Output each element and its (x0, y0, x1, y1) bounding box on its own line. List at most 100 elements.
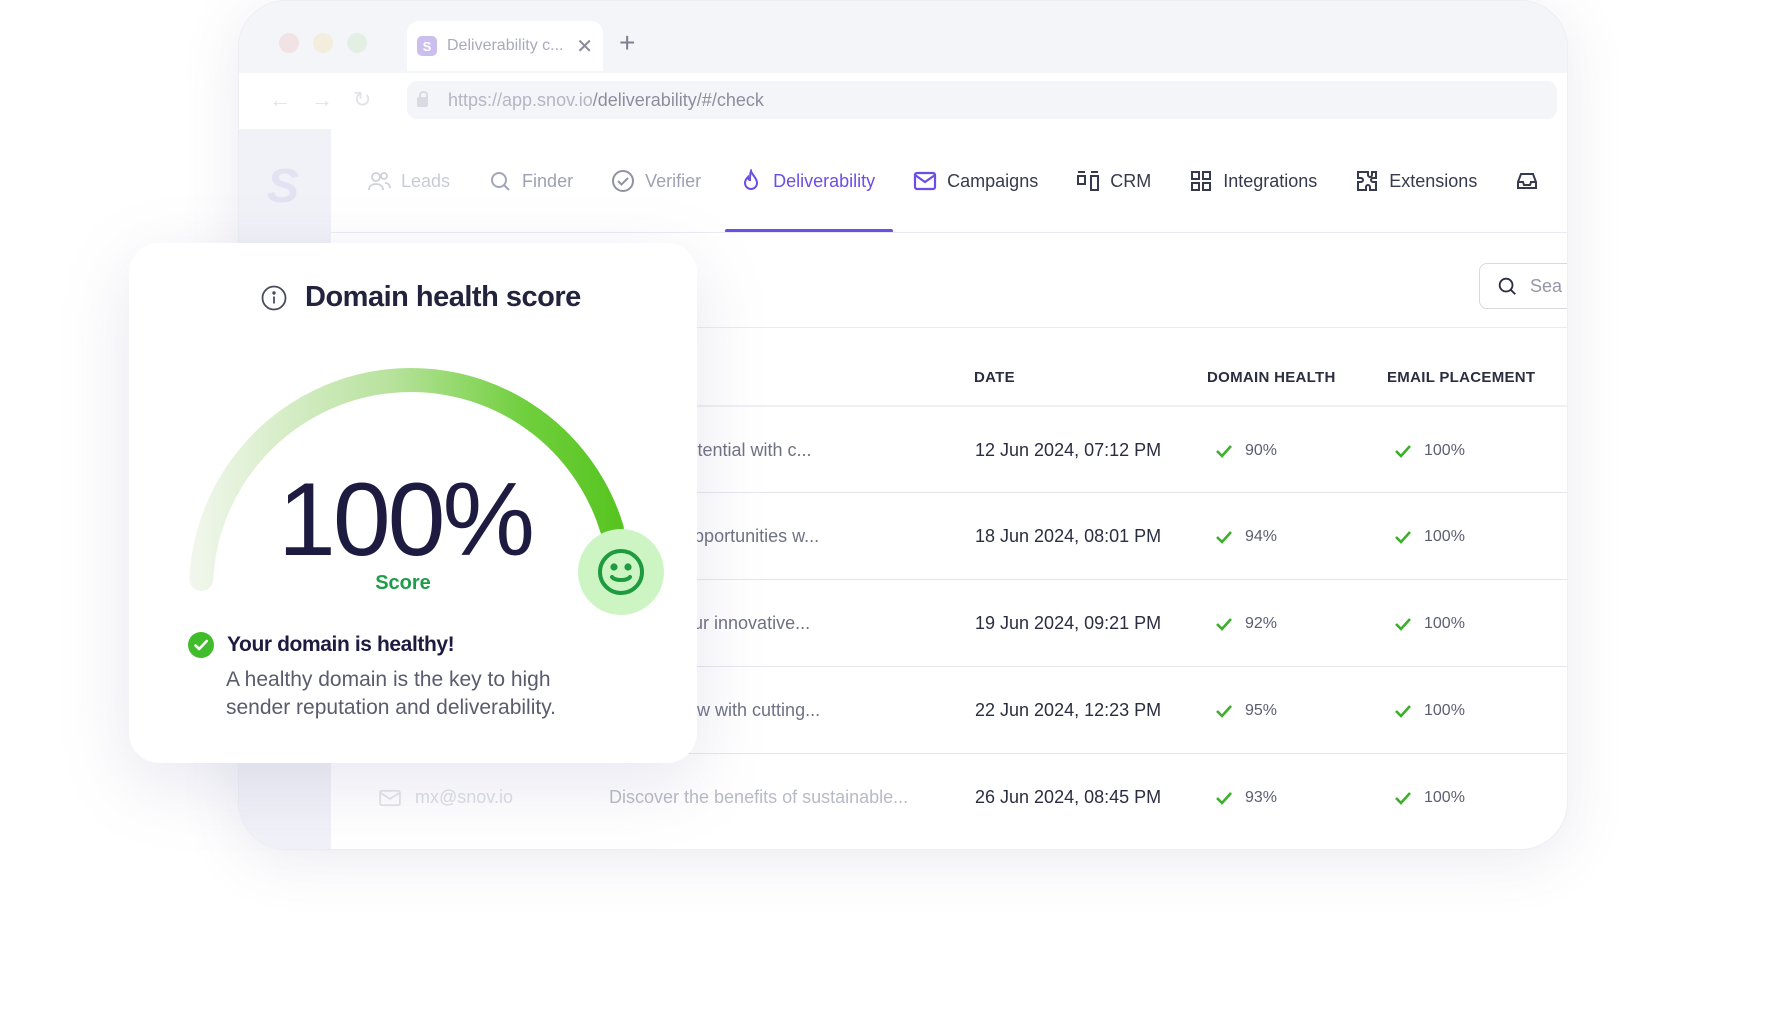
domain-health-cell: 93% (1215, 754, 1277, 841)
nav-item-crm[interactable]: CRM (1076, 129, 1151, 233)
check-circle-icon (188, 632, 214, 658)
domain-health-cell: 92% (1215, 580, 1277, 667)
new-tab-button[interactable]: + (619, 27, 635, 59)
health-status: Your domain is healthy! (187, 631, 455, 659)
checkmark-icon (1216, 704, 1232, 718)
grid-icon (1191, 171, 1212, 191)
window-controls (279, 33, 367, 53)
nav-label: Integrations (1223, 170, 1318, 191)
close-icon[interactable]: ✕ (576, 34, 593, 59)
email-placement-value: 100% (1424, 527, 1465, 545)
forward-arrow-icon[interactable]: → (311, 87, 333, 113)
checkmark-icon (1216, 444, 1232, 458)
search-icon (491, 172, 510, 191)
app-logo[interactable]: S (267, 159, 299, 214)
minimize-window-button[interactable] (313, 33, 333, 53)
email-placement-cell: 100% (1394, 407, 1465, 494)
email-placement-value: 100% (1424, 441, 1465, 459)
search-placeholder: Sea (1530, 275, 1563, 296)
domain-health-cell: 94% (1215, 493, 1277, 580)
browser-tab[interactable]: S Deliverability c... ✕ (407, 21, 603, 71)
email-date: 19 Jun 2024, 09:21 PM (975, 613, 1162, 633)
nav-item-leads[interactable]: Leads (367, 129, 450, 233)
column-header-date[interactable]: DATE (974, 369, 1015, 386)
table-row[interactable]: ROI with our innovative... 19 Jun 2024, … (599, 579, 1567, 667)
snov-favicon-icon: S (417, 36, 437, 56)
nav-label: Verifier (645, 170, 702, 191)
sender-cell: mx@snov.io (379, 787, 513, 808)
email-placement-value: 100% (1424, 788, 1465, 806)
nav-label: Deliverability (773, 170, 876, 191)
people-icon (368, 172, 391, 191)
nav-item-inbox[interactable] (1515, 129, 1539, 233)
domain-health-value: 90% (1245, 441, 1278, 459)
nav-item-campaigns[interactable]: Campaigns (913, 129, 1038, 233)
mail-icon (379, 789, 401, 806)
domain-health-cell: 95% (1215, 667, 1277, 754)
email-placement-value: 100% (1424, 701, 1465, 719)
table-row[interactable]: our workflow with cutting... 22 Jun 2024… (599, 666, 1567, 754)
checkmark-icon (1395, 530, 1411, 544)
nav-item-deliverability[interactable]: Deliverability (725, 129, 894, 233)
email-subject: Discover the benefits of sustainable... (609, 787, 909, 807)
mail-icon (914, 171, 937, 191)
status-title: Your domain is healthy! (227, 633, 455, 656)
checkmark-icon (1216, 791, 1232, 805)
nav-item-finder[interactable]: Finder (488, 129, 573, 233)
email-date: 12 Jun 2024, 07:12 PM (975, 440, 1162, 460)
checkmark-icon (1395, 704, 1411, 718)
email-date: 18 Jun 2024, 08:01 PM (975, 526, 1162, 546)
nav-item-verifier[interactable]: Verifier (611, 129, 701, 233)
checkmark-icon (1395, 617, 1411, 631)
lock-icon (417, 91, 428, 107)
domain-health-cell: 90% (1215, 407, 1277, 494)
nav-item-integrations[interactable]: Integrations (1189, 129, 1317, 233)
search-input[interactable]: Sea (1479, 263, 1567, 309)
crm-icon (1077, 171, 1100, 191)
column-header-domain-health[interactable]: DOMAIN HEALTH (1207, 369, 1336, 386)
table-row[interactable]: r team's potential with c... 12 Jun 2024… (599, 405, 1567, 494)
status-description: A healthy domain is the key to high send… (226, 668, 556, 719)
nav-label: CRM (1110, 170, 1152, 191)
nav-item-extensions[interactable]: Extensions (1355, 129, 1477, 233)
email-placement-value: 100% (1424, 614, 1465, 632)
nav-label: Campaigns (947, 170, 1039, 191)
back-arrow-icon[interactable]: ← (269, 87, 291, 113)
domain-health-value: 93% (1245, 788, 1278, 806)
inbox-icon (1517, 173, 1538, 189)
email-placement-cell: 100% (1394, 667, 1465, 754)
table-row[interactable]: rtnership opportunities w... 18 Jun 2024… (599, 492, 1567, 580)
maximize-window-button[interactable] (347, 33, 367, 53)
close-window-button[interactable] (279, 33, 299, 53)
url-field[interactable]: https://app.snov.io/deliverability/#/che… (407, 81, 1557, 119)
reload-icon[interactable]: ↻ (353, 87, 371, 113)
url-host: https://app.snov.io (448, 89, 593, 110)
checkmark-icon (1395, 791, 1411, 805)
tab-title: Deliverability c... (447, 37, 564, 54)
email-placement-cell: 100% (1394, 754, 1465, 841)
domain-health-value: 94% (1245, 527, 1278, 545)
nav-label: Extensions (1389, 170, 1478, 191)
checkmark-icon (1216, 530, 1232, 544)
url-path: /deliverability/#/check (592, 89, 764, 110)
email-placement-cell: 100% (1394, 580, 1465, 667)
domain-health-card: Domain health score 100% Score Your doma… (129, 243, 697, 763)
column-header-email-placement[interactable]: EMAIL PLACEMENT (1387, 369, 1535, 386)
search-icon (1498, 277, 1516, 295)
nav-label: Leads (401, 170, 451, 191)
smiley-icon (578, 529, 664, 615)
nav-divider (331, 232, 1567, 233)
email-date: 22 Jun 2024, 12:23 PM (975, 700, 1162, 720)
checkmark-icon (1395, 444, 1411, 458)
domain-health-value: 92% (1245, 614, 1278, 632)
email-placement-cell: 100% (1394, 493, 1465, 580)
checkmark-icon (1216, 617, 1232, 631)
email-date: 26 Jun 2024, 08:45 PM (975, 787, 1162, 807)
main-nav: Leads Finder Verifier Deliverability Cam… (367, 129, 1567, 233)
check-circle-icon (612, 170, 635, 192)
nav-label: Finder (522, 170, 574, 191)
table-row[interactable]: Discover the benefits of sustainable... … (599, 753, 1567, 841)
sender-email: mx@snov.io (415, 787, 513, 807)
puzzle-icon (1357, 171, 1378, 191)
domain-health-value: 95% (1245, 701, 1278, 719)
